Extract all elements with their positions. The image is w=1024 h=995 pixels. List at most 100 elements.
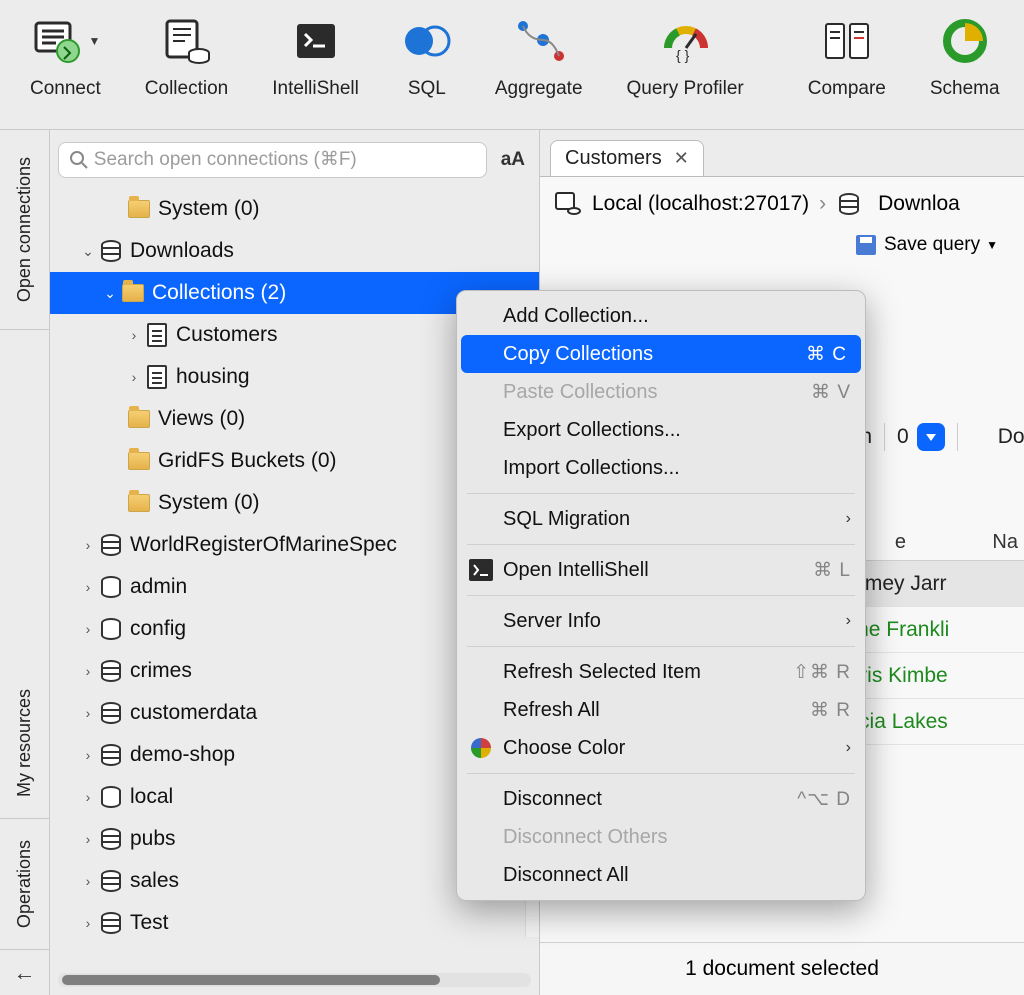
scrollbar-horizontal[interactable] [58, 973, 531, 987]
toolbar-connect[interactable]: ▼ Connect [22, 10, 109, 100]
page-value: 0 [897, 425, 909, 449]
menu-item-label: Server Info [503, 610, 601, 633]
breadcrumb-database[interactable]: Downloa [878, 192, 960, 216]
tab-customers[interactable]: Customers ✕ [550, 140, 704, 176]
table-row[interactable]: Lynne Frankli [844, 607, 1024, 653]
menu-item-label: Open IntelliShell [503, 559, 649, 582]
save-query-row: Save query ▼ [554, 233, 1024, 257]
chevron-right-icon: › [124, 369, 144, 385]
chevron-right-icon: › [78, 831, 98, 847]
tree-item-test[interactable]: ›Test [50, 902, 539, 944]
table-row[interactable]: . Lucia Lakes [844, 699, 1024, 745]
menu-item[interactable]: Add Collection... [457, 297, 865, 335]
menu-separator [467, 646, 855, 647]
menu-item[interactable]: Choose Color› [457, 729, 865, 767]
menu-item-label: Disconnect All [503, 864, 629, 887]
menu-item-label: Refresh All [503, 699, 600, 722]
table-row[interactable]: s. Kris Kimbe [844, 653, 1024, 699]
menu-item[interactable]: Refresh All ⌘ R [457, 691, 865, 729]
menu-item[interactable]: Refresh Selected Item⇧⌘ R [457, 653, 865, 691]
menu-shortcut: ⇧⌘ R [793, 661, 851, 684]
menu-item[interactable]: Open IntelliShell⌘ L [457, 551, 865, 589]
toolbar-sql[interactable]: SQL [395, 10, 459, 100]
menu-item[interactable]: Export Collections... [457, 411, 865, 449]
menu-item-label: Disconnect Others [503, 826, 668, 849]
menu-item[interactable]: Server Info› [457, 602, 865, 640]
menu-item: Disconnect Others [457, 818, 865, 856]
toolbar-label: SQL [408, 78, 446, 100]
toolbar-compare[interactable]: Compare [800, 10, 894, 100]
menu-separator [467, 595, 855, 596]
connect-dropdown-icon[interactable]: ▼ [88, 34, 100, 48]
dropdown-icon[interactable] [917, 423, 945, 451]
chevron-right-icon: › [78, 621, 98, 637]
menu-item-label: Copy Collections [503, 343, 653, 366]
color-wheel-icon [467, 735, 495, 761]
document-icon [147, 323, 167, 347]
tree-item-system[interactable]: System (0) [50, 188, 539, 230]
search-row: aA [50, 136, 539, 188]
side-tab-my-resources[interactable]: My resources [0, 669, 49, 819]
case-toggle[interactable]: aA [495, 149, 531, 171]
back-button[interactable]: ← [0, 949, 49, 995]
toolbar-label: Aggregate [495, 78, 583, 100]
menu-item-label: SQL Migration [503, 508, 630, 531]
folder-icon [128, 452, 150, 470]
menu-item[interactable]: Disconnect All [457, 856, 865, 894]
toolbar-label: Compare [808, 78, 886, 100]
connection-icon [554, 191, 582, 217]
save-query-button[interactable]: Save query [884, 234, 980, 256]
chevron-right-icon: › [78, 789, 98, 805]
toolbar-schema[interactable]: Schema [922, 10, 1008, 100]
side-tab-operations[interactable]: Operations [0, 819, 49, 949]
status-bar: 1 document selected [540, 942, 1024, 995]
menu-item[interactable]: Import Collections... [457, 449, 865, 487]
tree-label: WorldRegisterOfMarineSpec [130, 533, 397, 557]
col-header[interactable]: Na [992, 531, 1018, 554]
toolbar-intellishell[interactable]: IntelliShell [264, 10, 367, 100]
menu-shortcut: ⌘ C [806, 343, 847, 366]
toolbar-query-profiler[interactable]: { } Query Profiler [619, 10, 752, 100]
menu-item-label: Import Collections... [503, 457, 680, 480]
side-tabs: Open connections My resources Operations… [0, 130, 50, 995]
chevron-down-icon: ⌄ [100, 285, 120, 302]
tree-label: Views (0) [158, 407, 245, 431]
chevron-right-icon: › [78, 873, 98, 889]
context-menu: Add Collection... Copy Collections ⌘ C Past… [456, 290, 866, 901]
menu-item[interactable]: Disconnect^⌥ D [457, 780, 865, 818]
database-icon [839, 193, 859, 215]
tree-label: sales [130, 869, 179, 893]
tree-label: GridFS Buckets (0) [158, 449, 337, 473]
main-toolbar: ▼ Connect Collection IntelliShell [0, 0, 1024, 130]
tree-item-downloads[interactable]: ⌄Downloads [50, 230, 539, 272]
chevron-right-icon: › [78, 537, 98, 553]
breadcrumb-connection[interactable]: Local (localhost:27017) [592, 192, 809, 216]
search-box[interactable] [58, 142, 487, 178]
dropdown-icon[interactable]: ▼ [986, 238, 998, 252]
menu-separator [467, 544, 855, 545]
tree-label: System (0) [158, 197, 260, 221]
menu-item[interactable]: SQL Migration › [457, 500, 865, 538]
chevron-right-icon: › [846, 510, 851, 528]
database-icon [101, 240, 121, 262]
menu-shortcut: ⌘ R [810, 699, 851, 722]
tab-bar: Customers ✕ [540, 136, 1024, 176]
chevron-right-icon: › [78, 747, 98, 763]
connect-icon [30, 17, 82, 65]
page-selector[interactable]: 0 [897, 423, 945, 451]
database-icon [101, 576, 121, 598]
terminal-icon [467, 557, 495, 583]
search-input[interactable] [94, 149, 476, 171]
toolbar-collection[interactable]: Collection [137, 10, 236, 100]
schema-icon [942, 18, 988, 64]
folder-icon [128, 200, 150, 218]
breadcrumb: Local (localhost:27017) › Downloa [554, 191, 1024, 217]
close-icon[interactable]: ✕ [674, 148, 689, 169]
table-row[interactable]: Jeremey Jarr [844, 561, 1024, 607]
side-tab-open-connections[interactable]: Open connections [0, 130, 49, 330]
menu-item: Paste Collections⌘ V [457, 373, 865, 411]
menu-shortcut: ^⌥ D [797, 788, 851, 811]
chevron-right-icon: › [78, 705, 98, 721]
menu-item[interactable]: Copy Collections ⌘ C [461, 335, 861, 373]
toolbar-aggregate[interactable]: Aggregate [487, 10, 591, 100]
